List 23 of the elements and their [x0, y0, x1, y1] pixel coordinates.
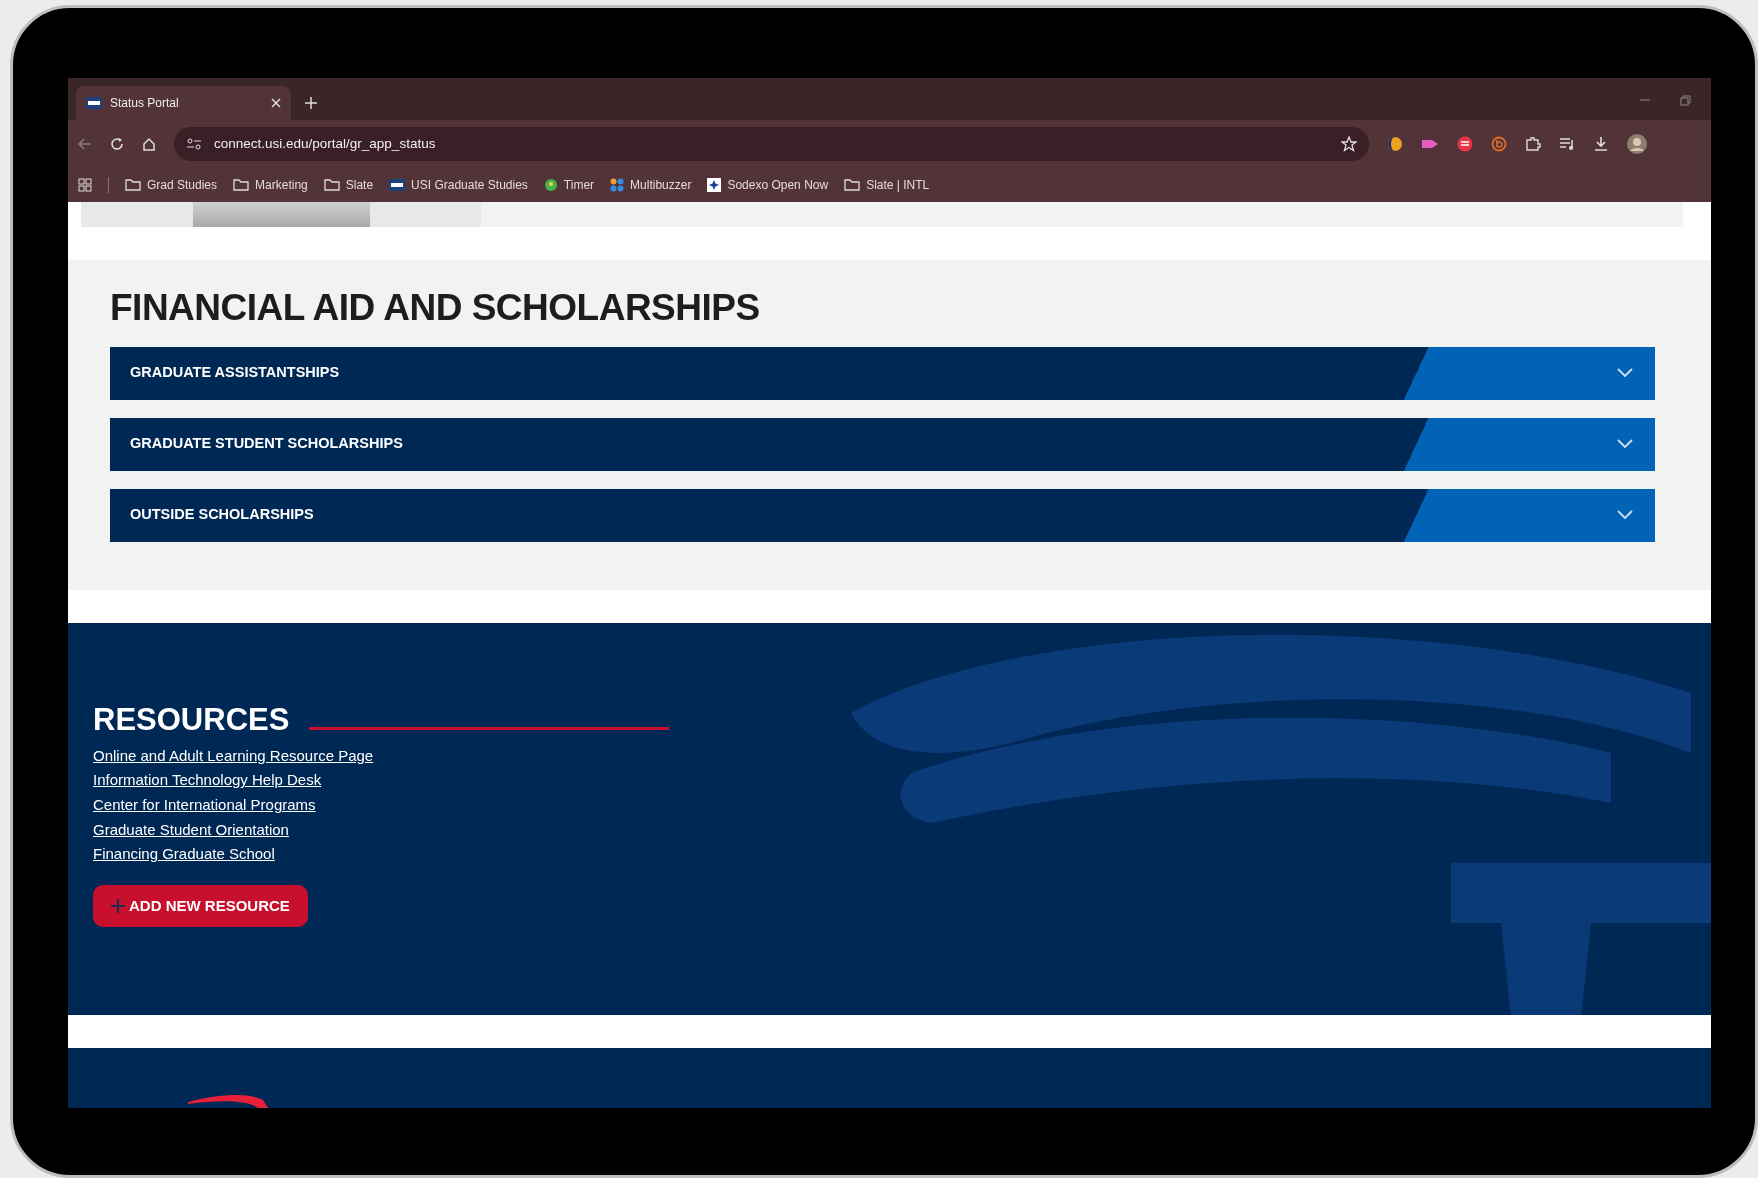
- accordion-header[interactable]: GRADUATE ASSISTANTSHIPS: [110, 346, 1655, 400]
- bookmark[interactable]: Marketing: [233, 175, 308, 194]
- resource-link[interactable]: Information Technology Help Desk: [93, 768, 374, 793]
- bookmark[interactable]: USI Graduate Studies: [389, 175, 528, 194]
- resource-link[interactable]: Financing Graduate School: [93, 842, 374, 867]
- accordion-header[interactable]: OUTSIDE SCHOLARSHIPS: [110, 488, 1655, 542]
- bookmark[interactable]: Grad Studies: [125, 175, 218, 194]
- accordion-header[interactable]: GRADUATE STUDENT SCHOLARSHIPS: [110, 417, 1655, 471]
- bookmark[interactable]: Slate: [323, 175, 374, 194]
- add-resource-button[interactable]: ADD NEW RESOURCE: [93, 884, 308, 928]
- bookmark[interactable]: Timer: [543, 175, 595, 194]
- bookmark[interactable]: Slate | INTL: [844, 175, 930, 194]
- bookmark[interactable]: Multibuzzer: [610, 175, 692, 194]
- resource-link[interactable]: Graduate Student Orientation: [93, 817, 374, 843]
- url-text: connect.usi.edu/portal/gr_app_status: [214, 134, 437, 153]
- section-heading: FINANCIAL AID AND SCHOLARSHIPS: [110, 286, 761, 331]
- tab-title: Status Portal: [110, 94, 180, 112]
- resource-link[interactable]: Center for International Programs: [93, 792, 374, 818]
- browser-tab[interactable]: Status Portal: [76, 85, 291, 120]
- address-bar[interactable]: connect.usi.edu/portal/gr_app_status: [174, 126, 1369, 161]
- resource-link[interactable]: Online and Adult Learning Resource Page: [93, 743, 374, 769]
- bookmark[interactable]: Sodexo Open Now: [707, 175, 829, 194]
- section-heading: RESOURCES: [93, 700, 290, 738]
